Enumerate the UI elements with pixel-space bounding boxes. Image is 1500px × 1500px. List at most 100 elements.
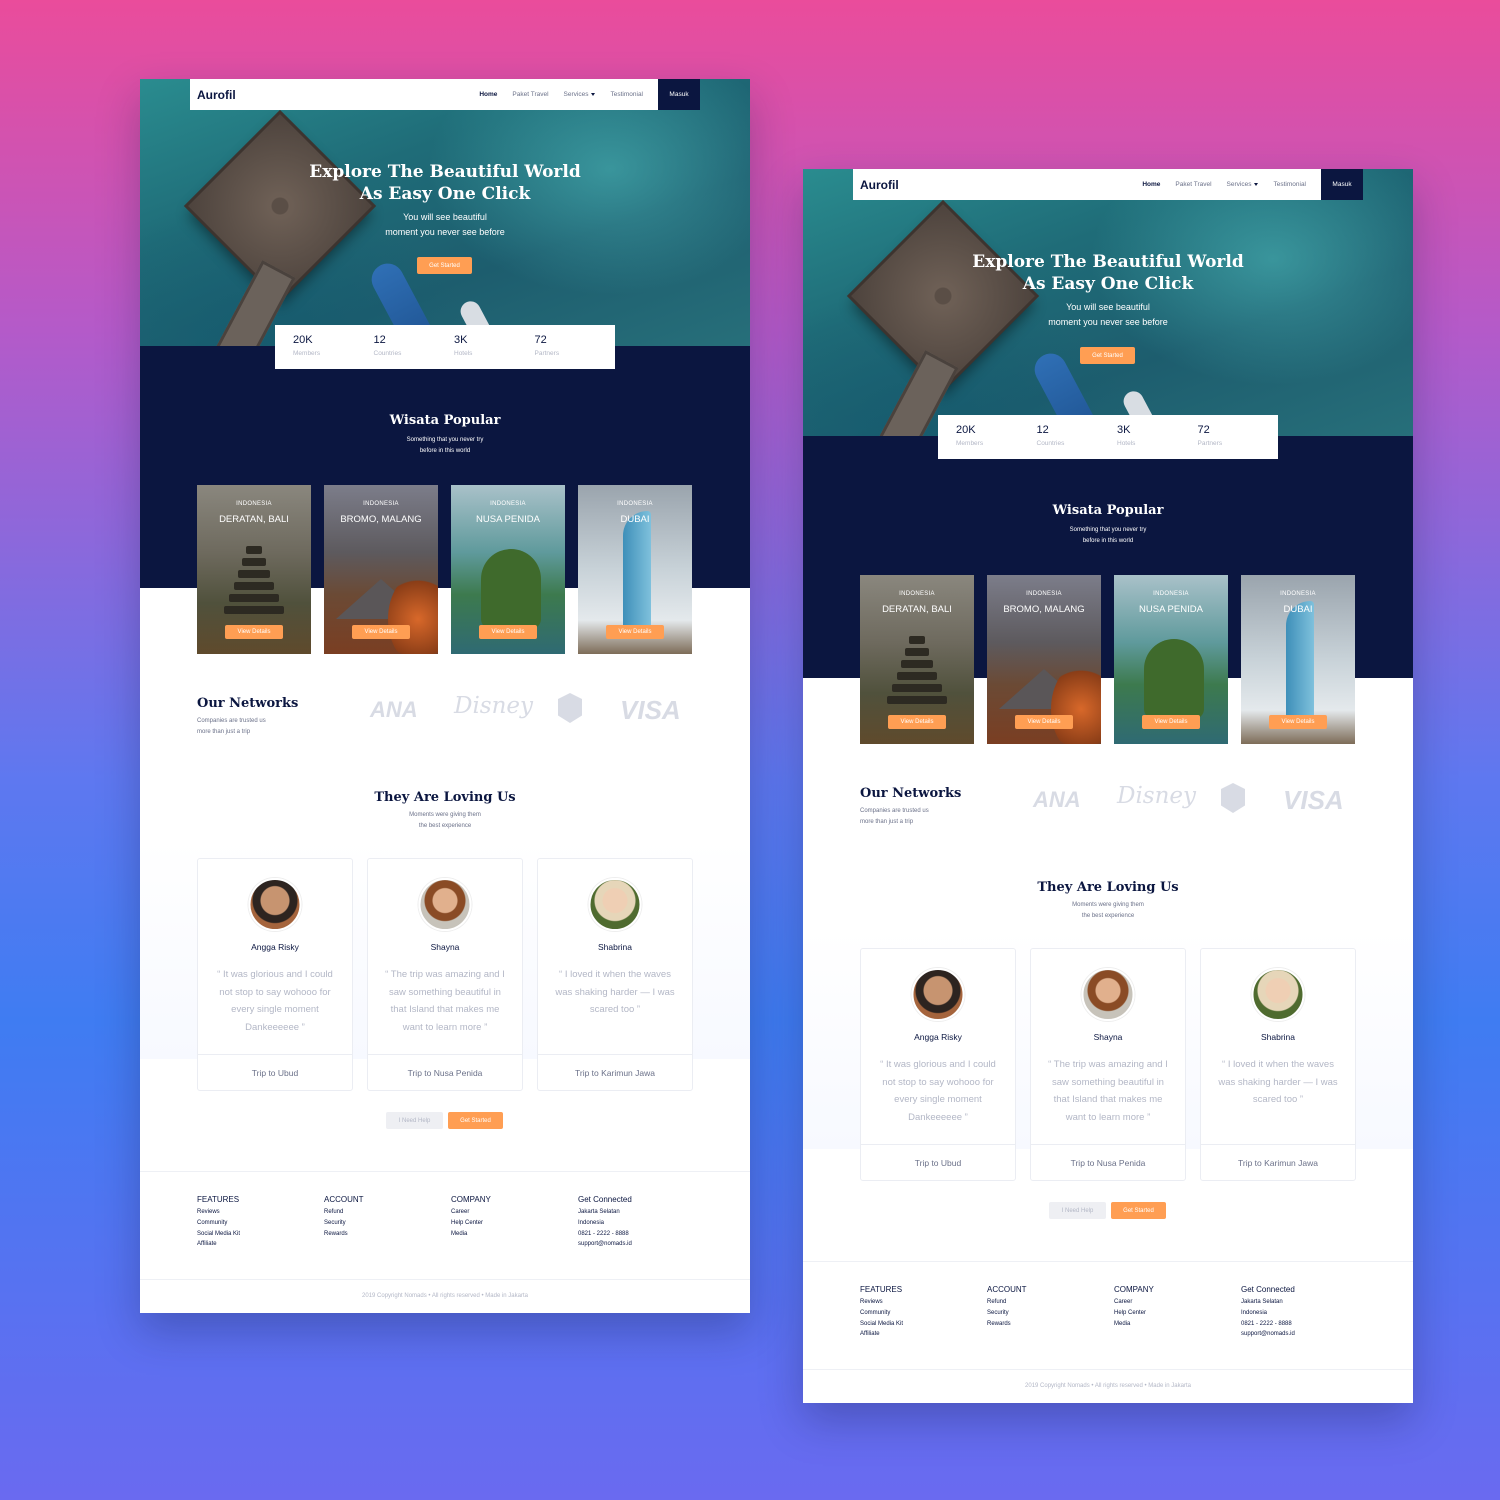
footer-heading: Get Connected bbox=[1241, 1285, 1295, 1294]
view-details-button[interactable]: View Details bbox=[1142, 715, 1200, 729]
networks-subtitle: Companies are trusted us more than just … bbox=[197, 716, 266, 737]
destination-card-penida[interactable]: INDONESIA NUSA PENIDA View Details bbox=[1114, 575, 1228, 744]
footer-link[interactable]: Media bbox=[451, 1229, 578, 1240]
footer-link[interactable]: Help Center bbox=[1114, 1308, 1241, 1319]
view-details-button[interactable]: View Details bbox=[606, 625, 664, 639]
view-details-button[interactable]: View Details bbox=[352, 625, 410, 639]
testimonial-title: They Are Loving Us bbox=[1037, 880, 1179, 895]
footer-link[interactable]: Refund bbox=[324, 1207, 451, 1218]
get-started-button[interactable]: Get Started bbox=[448, 1112, 503, 1129]
networks-subtitle-line: Companies are trusted us bbox=[197, 718, 266, 724]
testimonial-subtitle-line: the best experience bbox=[1081, 912, 1135, 919]
login-button[interactable]: Masuk bbox=[658, 79, 700, 110]
stat-partners: 72 Partners bbox=[535, 325, 616, 369]
nav-services[interactable]: Services bbox=[564, 91, 596, 98]
avatar bbox=[1251, 968, 1305, 1021]
nav-paket-travel[interactable]: Paket Travel bbox=[512, 91, 548, 98]
footer-link[interactable]: Help Center bbox=[451, 1218, 578, 1229]
footer-email[interactable]: support@nomads.id bbox=[1241, 1329, 1368, 1340]
stat-value: 12 bbox=[373, 334, 386, 346]
hero-title: Explore The Beautiful World As Easy One … bbox=[140, 161, 750, 205]
stat-label: Partners bbox=[1197, 440, 1223, 447]
testimonial-card: Shabrina “ I loved it when the waves was… bbox=[537, 858, 693, 1091]
destination-card-bali[interactable]: INDONESIA DERATAN, BALI View Details bbox=[197, 485, 311, 654]
view-details-button[interactable]: View Details bbox=[1015, 715, 1073, 729]
view-details-button[interactable]: View Details bbox=[1269, 715, 1327, 729]
nav-testimonial[interactable]: Testimonial bbox=[1273, 181, 1306, 188]
destination-card-bali[interactable]: INDONESIA DERATAN, BALI View Details bbox=[860, 575, 974, 744]
footer-link[interactable]: Security bbox=[324, 1218, 451, 1229]
disney-logo: Disney bbox=[1117, 783, 1197, 809]
login-button[interactable]: Masuk bbox=[1321, 169, 1363, 200]
destination-card-dubai[interactable]: INDONESIA DUBAI View Details bbox=[578, 485, 692, 654]
stat-label: Members bbox=[956, 440, 984, 447]
footer-link[interactable]: Community bbox=[860, 1308, 987, 1319]
view-details-button[interactable]: View Details bbox=[479, 625, 537, 639]
hero-subtitle-line: moment you never see before bbox=[1048, 317, 1168, 327]
nav-home[interactable]: Home bbox=[1142, 181, 1160, 188]
get-started-button[interactable]: Get Started bbox=[1111, 1202, 1166, 1219]
footer-link[interactable]: Media bbox=[1114, 1319, 1241, 1330]
footer-divider bbox=[140, 1279, 750, 1280]
popular-title: Wisata Popular bbox=[1052, 503, 1164, 518]
destination-card-bromo[interactable]: INDONESIA BROMO, MALANG View Details bbox=[324, 485, 438, 654]
view-details-button[interactable]: View Details bbox=[888, 715, 946, 729]
destination-card-dubai[interactable]: INDONESIA DUBAI View Details bbox=[1241, 575, 1355, 744]
pagoda-tier bbox=[242, 558, 266, 566]
nav-services-label: Services bbox=[1226, 181, 1252, 188]
testimonial-quote: “ The trip was amazing and I saw somethi… bbox=[1048, 1059, 1168, 1123]
stat-value: 12 bbox=[1036, 424, 1049, 436]
brand-logo[interactable]: Aurofil bbox=[197, 88, 236, 102]
avatar bbox=[248, 878, 302, 931]
hero-get-started-button[interactable]: Get Started bbox=[1080, 347, 1135, 364]
footer-link[interactable]: Social Media Kit bbox=[860, 1319, 987, 1330]
avatar bbox=[1081, 968, 1135, 1021]
destination-card-penida[interactable]: INDONESIA NUSA PENIDA View Details bbox=[451, 485, 565, 654]
tower-illustration bbox=[1286, 601, 1314, 726]
nav-home[interactable]: Home bbox=[479, 91, 497, 98]
destination-card-bromo[interactable]: INDONESIA BROMO, MALANG View Details bbox=[987, 575, 1101, 744]
testimonial-cards: Angga Risky “ It was glorious and I coul… bbox=[860, 948, 1356, 1181]
footer-link[interactable]: Affiliate bbox=[860, 1329, 987, 1340]
copyright: 2019 Copyright Nomads • All rights reser… bbox=[362, 1293, 528, 1299]
hero-get-started-button[interactable]: Get Started bbox=[417, 257, 472, 274]
nav-services[interactable]: Services bbox=[1227, 181, 1259, 188]
footer-link[interactable]: Career bbox=[1114, 1297, 1241, 1308]
footer-col-company: COMPANY Career Help Center Media bbox=[451, 1195, 578, 1250]
footer-link[interactable]: Affiliate bbox=[197, 1239, 324, 1250]
testimonial-card: Shabrina “ I loved it when the waves was… bbox=[1200, 948, 1356, 1181]
footer-link[interactable]: Community bbox=[197, 1218, 324, 1229]
testimonial-trip: Trip to Karimun Jawa bbox=[575, 1068, 655, 1078]
footer-link[interactable]: Social Media Kit bbox=[197, 1229, 324, 1240]
footer-link[interactable]: Career bbox=[451, 1207, 578, 1218]
stat-label: Hotels bbox=[1117, 440, 1136, 447]
footer-address: Indonesia bbox=[1241, 1309, 1268, 1316]
stat-label: Members bbox=[293, 350, 321, 357]
card-country: INDONESIA bbox=[617, 501, 653, 507]
pagoda-tier bbox=[905, 648, 929, 656]
footer-email[interactable]: support@nomads.id bbox=[578, 1239, 705, 1250]
testimonial-trip: Trip to Ubud bbox=[251, 1068, 299, 1078]
footer-link[interactable]: Reviews bbox=[197, 1207, 324, 1218]
need-help-button[interactable]: I Need Help bbox=[1049, 1202, 1106, 1219]
card-place: DERATAN, BALI bbox=[882, 604, 952, 615]
footer-link[interactable]: Reviews bbox=[860, 1297, 987, 1308]
footer-col-contact: Get Connected Jakarta Selatan Indonesia … bbox=[578, 1195, 705, 1250]
nav-paket-travel[interactable]: Paket Travel bbox=[1175, 181, 1211, 188]
view-details-button[interactable]: View Details bbox=[225, 625, 283, 639]
pagoda-tier bbox=[224, 606, 284, 614]
footer-link[interactable]: Rewards bbox=[324, 1229, 451, 1240]
stats-bar: 20K Members 12 Countries 3K Hotels 72 Partne… bbox=[938, 415, 1278, 459]
need-help-button[interactable]: I Need Help bbox=[386, 1112, 443, 1129]
brand-logo[interactable]: Aurofil bbox=[860, 178, 899, 192]
footer-link[interactable]: Security bbox=[987, 1308, 1114, 1319]
hero-subtitle: You will see beautiful moment you never … bbox=[140, 210, 750, 240]
card-country: INDONESIA bbox=[1280, 591, 1316, 597]
stat-value: 20K bbox=[293, 334, 313, 346]
footer-link[interactable]: Refund bbox=[987, 1297, 1114, 1308]
footer-link[interactable]: Rewards bbox=[987, 1319, 1114, 1330]
copyright: 2019 Copyright Nomads • All rights reser… bbox=[1025, 1383, 1191, 1389]
ana-logo: ANA bbox=[370, 697, 418, 722]
testimonial-subtitle: Moments were giving them the best experi… bbox=[140, 810, 750, 831]
nav-testimonial[interactable]: Testimonial bbox=[610, 91, 643, 98]
